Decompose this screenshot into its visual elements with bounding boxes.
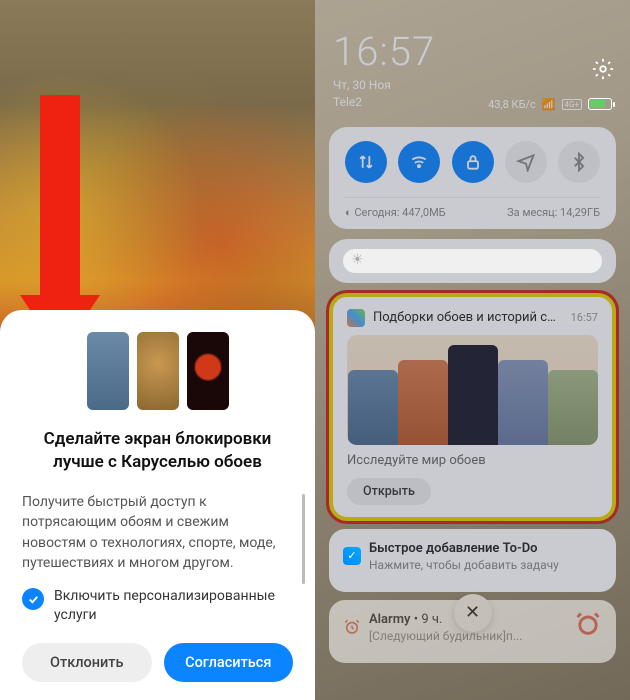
scrollbar[interactable] (302, 494, 305, 584)
personalized-checkbox-row[interactable]: Включить персонализированные услуги (22, 587, 293, 625)
reject-button[interactable]: Отклонить (22, 643, 152, 682)
preview-thumb (137, 332, 179, 410)
alarmy-app-icon (574, 610, 602, 638)
wallpaper-previews (22, 332, 293, 410)
alarm-icon (343, 618, 361, 636)
dialog-buttons: Отклонить Согласиться (22, 643, 293, 682)
preview-thumb (187, 332, 229, 410)
dialog-title: Сделайте экран блокировки лучше с Карусе… (22, 428, 293, 474)
dialog-body[interactable]: Получите быстрый доступ к потрясающим об… (22, 492, 293, 573)
battery-icon (588, 98, 612, 110)
notification-alarmy[interactable]: ✕ Alarmy • 9 ч. [Следующий будильник]п..… (329, 600, 616, 663)
phone-left-lockscreen: Сделайте экран блокировки лучше с Карусе… (0, 0, 315, 700)
brightness-track[interactable] (343, 249, 602, 273)
close-button[interactable]: ✕ (454, 594, 492, 632)
settings-gear-icon[interactable] (592, 58, 614, 84)
carousel-consent-dialog: Сделайте экран блокировки лучше с Карусе… (0, 310, 315, 700)
close-icon: ✕ (465, 602, 480, 623)
dialog-body-text: Получите быстрый доступ к потрясающим об… (22, 494, 276, 571)
accept-button[interactable]: Согласиться (164, 643, 294, 682)
checkbox-checked-icon[interactable] (22, 588, 44, 610)
preview-thumb (87, 332, 129, 410)
phone-right-notification-shade: 16:57 Чт, 30 Ноя Tele2 43,8 КБ/с 📶 4G+ ◐… (315, 0, 630, 700)
checkbox-label: Включить персонализированные услуги (54, 587, 293, 625)
app-icon (343, 547, 361, 565)
notification-subtitle: [Следующий будильник]п... (369, 629, 602, 643)
